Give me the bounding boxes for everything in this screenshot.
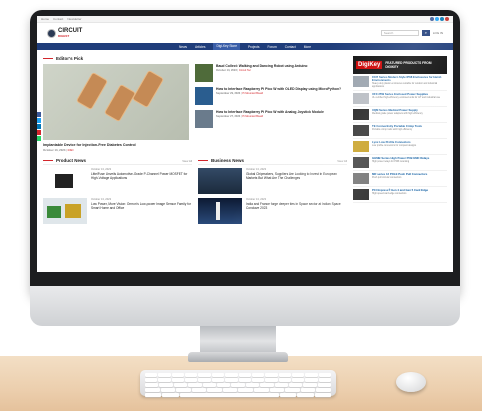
editors-pick-heading: Editor's Pick — [43, 56, 347, 61]
digikey-banner-text: FEATURED PRODUCTS FROM DIGIKEY — [385, 61, 432, 69]
linkedin-icon[interactable] — [440, 17, 444, 21]
view-all-link[interactable]: View All — [337, 159, 347, 163]
twitter-share-icon[interactable] — [37, 118, 41, 123]
keyboard — [140, 370, 336, 397]
list-item[interactable]: How to Interface Raspberry Pi Pico W wit… — [195, 87, 347, 105]
article-thumbnail — [43, 168, 87, 194]
article-thumbnail — [195, 110, 213, 128]
list-item[interactable]: Baud Collect: Walking and Dancing Robot … — [195, 64, 347, 82]
list-item[interactable]: October 13, 2023 Low Power, More Vision: … — [43, 198, 192, 224]
logo-title: CIRCUIT — [58, 27, 83, 34]
nav-news[interactable]: News — [179, 45, 187, 49]
list-item[interactable]: October 13, 2023 LittelFuse Unveils Autom… — [43, 168, 192, 194]
product-item[interactable]: XQM Series Medical Power Supply Medical g… — [353, 107, 447, 124]
search-icon[interactable]: ⌕ — [421, 30, 430, 36]
monitor-stand-base — [188, 352, 288, 362]
product-news-section: Product News View All October 13, 2023 Li… — [43, 158, 192, 228]
nav-projects[interactable]: Projects — [248, 45, 260, 49]
top-bar: Home Contact Newsletter — [37, 16, 453, 23]
digikey-sidebar: DigiKey FEATURED PRODUCTS FROM DIGIKEY 1… — [353, 54, 447, 228]
nav-articles[interactable]: Articles — [195, 45, 205, 49]
toplink-newsletter[interactable]: Newsletter — [67, 17, 81, 21]
business-news-section: Business News View All October 13, 2023 G… — [198, 158, 347, 228]
list-item[interactable]: How to Interface Raspberry Pi Pico W wit… — [195, 110, 347, 128]
whatsapp-share-icon[interactable] — [37, 136, 41, 141]
website-screen: Home Contact Newsletter CIRCUIT DIGEST S — [37, 16, 453, 272]
twitter-icon[interactable] — [435, 17, 439, 21]
featured-meta: October 13, 2023 | R&D — [43, 148, 74, 152]
featured-title[interactable]: Implantable Device for Injection-Free Di… — [43, 143, 189, 147]
login-link[interactable]: LOG IN — [433, 31, 443, 35]
product-item[interactable]: 1537 Series Modern Style IP68 Enclosures… — [353, 74, 447, 92]
digikey-banner[interactable]: DigiKey FEATURED PRODUCTS FROM DIGIKEY — [353, 56, 447, 74]
youtube-icon[interactable] — [445, 17, 449, 21]
site-logo[interactable]: CIRCUIT DIGEST — [47, 27, 83, 38]
product-item[interactable]: TE Connectivity Portable Crimp Tools Port… — [353, 123, 447, 140]
article-thumbnail — [43, 198, 87, 224]
article-thumbnail — [195, 64, 213, 82]
logo-icon — [47, 28, 56, 38]
product-item[interactable]: PCI Express® Gen 4 and Gen 5 Card Edge Hi… — [353, 187, 447, 204]
article-thumbnail — [198, 198, 242, 224]
logo-subtitle: DIGEST — [58, 33, 70, 38]
photo-scene: Home Contact Newsletter CIRCUIT DIGEST S — [0, 0, 482, 411]
facebook-share-icon[interactable] — [37, 112, 41, 117]
featured-article[interactable]: Implantable Device for Injection-Free Di… — [43, 64, 189, 152]
facebook-icon[interactable] — [430, 17, 434, 21]
share-bar — [37, 112, 41, 142]
site-header: CIRCUIT DIGEST Search ⌕ LOG IN — [37, 23, 453, 43]
pinterest-share-icon[interactable] — [37, 130, 41, 135]
toplink-contact[interactable]: Contact — [53, 17, 63, 21]
nav-more[interactable]: More — [304, 45, 311, 49]
nav-forum[interactable]: Forum — [268, 45, 277, 49]
product-item[interactable]: GHMB Series High Power PCB EMC Relays Hig… — [353, 155, 447, 172]
article-thumbnail — [195, 87, 213, 105]
digikey-logo: DigiKey — [356, 61, 383, 69]
toplink-home[interactable]: Home — [41, 17, 49, 21]
featured-image — [43, 64, 189, 140]
list-item[interactable]: October 13, 2023 Global Chipmakers, Suppl… — [198, 168, 347, 194]
editors-pick-list: Baud Collect: Walking and Dancing Robot … — [195, 64, 347, 152]
nav-contact[interactable]: Contact — [285, 45, 296, 49]
list-item[interactable]: October 13, 2023 India and France forge d… — [198, 198, 347, 224]
product-item[interactable]: MR series 12 POLE Push Pull Connectors Pu… — [353, 171, 447, 188]
social-links — [430, 17, 449, 21]
linkedin-share-icon[interactable] — [37, 124, 41, 129]
main-column: Editor's Pick Implantable Device for Inj… — [43, 54, 347, 228]
product-item[interactable]: UFX 25W Series Enclosed Power Supplies UL… — [353, 91, 447, 108]
product-item[interactable]: Lynx Low Profile Connectors Low profile c… — [353, 139, 447, 156]
article-thumbnail — [198, 168, 242, 194]
main-nav: News Articles Digi-Key Store Projects Fo… — [37, 43, 453, 50]
search-input[interactable]: Search — [380, 30, 419, 36]
view-all-link[interactable]: View All — [182, 159, 192, 163]
monitor-chin — [30, 286, 460, 326]
mouse — [396, 372, 426, 392]
nav-digikey-store[interactable]: Digi-Key Store — [213, 43, 240, 50]
